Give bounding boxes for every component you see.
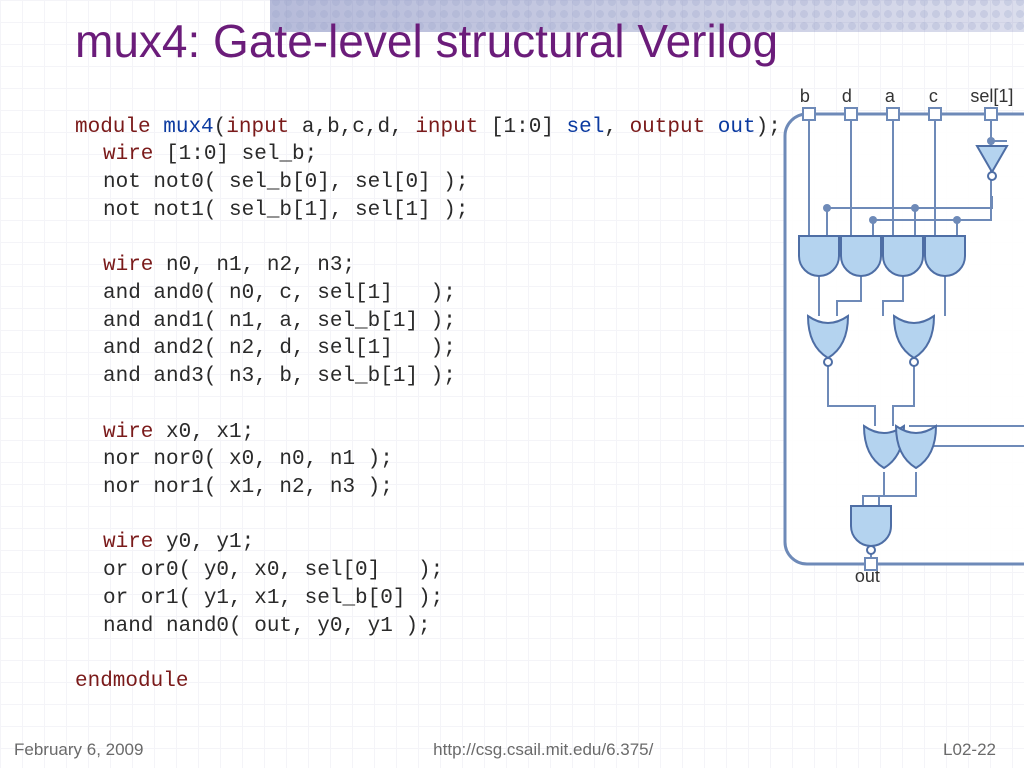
args1: a,b,c,d, [289,116,415,139]
nor1-line: nor nor1( x1, n2, n3 ); [103,476,393,499]
or1-line: or or1( y1, x1, sel_b[0] ); [103,587,443,610]
port-out [865,558,877,570]
kw-output: output [630,116,706,139]
kw-module: module [75,116,151,139]
gate-and0 [925,236,965,276]
gate-and3 [799,236,839,276]
and2-line: and and2( n2, d, sel[1] ); [103,337,456,360]
kw-wire: wire [103,143,153,166]
not1-line: not not1( sel_b[1], sel[1] ); [103,199,468,222]
port-b [803,108,815,120]
circuit-svg [775,86,1024,596]
and3-line: and and3( n3, b, sel_b[1] ); [103,365,456,388]
nand0-line: nand nand0( out, y0, y1 ); [103,615,431,638]
out-ident: out [705,116,755,139]
slide-footer: February 6, 2009 http://csg.csail.mit.ed… [0,740,1024,760]
port-c [929,108,941,120]
port-d [845,108,857,120]
kw-endmodule: endmodule [75,670,188,693]
port-a [887,108,899,120]
and1-line: and and1( n1, a, sel_b[1] ); [103,310,456,333]
range: [1:0] [478,116,566,139]
kw-input: input [226,116,289,139]
wire-decl-n: n0, n1, n2, n3; [153,254,355,277]
gate-and2 [841,236,881,276]
port-sel1 [985,108,997,120]
kw-input2: input [415,116,478,139]
wire-decl-x: x0, x1; [153,421,254,444]
wire-decl-y: y0, y1; [153,531,254,554]
footer-slidenum: L02-22 [943,740,996,760]
page-title: mux4: Gate-level structural Verilog [75,15,984,68]
gate-and1 [883,236,923,276]
kw-wire4: wire [103,531,153,554]
footer-date: February 6, 2009 [14,740,143,760]
or0-line: or or0( y0, x0, sel[0] ); [103,559,443,582]
and0-line: and and0( n0, c, sel[1] ); [103,282,456,305]
sep: , [604,116,629,139]
verilog-code-block: module mux4(input a,b,c,d, input [1:0] s… [75,86,781,696]
footer-url: http://csg.csail.mit.edu/6.375/ [433,740,653,760]
paren: ( [214,116,227,139]
wire-decl-selb: [1:0] sel_b; [153,143,317,166]
kw-wire3: wire [103,421,153,444]
circuit-diagram: b d a c sel[1] sel[0] out [775,86,1024,596]
sel-ident: sel [567,116,605,139]
not0-line: not not0( sel_b[0], sel[0] ); [103,171,468,194]
kw-wire2: wire [103,254,153,277]
module-name: mux4 [163,116,213,139]
nor0-line: nor nor0( x0, n0, n1 ); [103,448,393,471]
